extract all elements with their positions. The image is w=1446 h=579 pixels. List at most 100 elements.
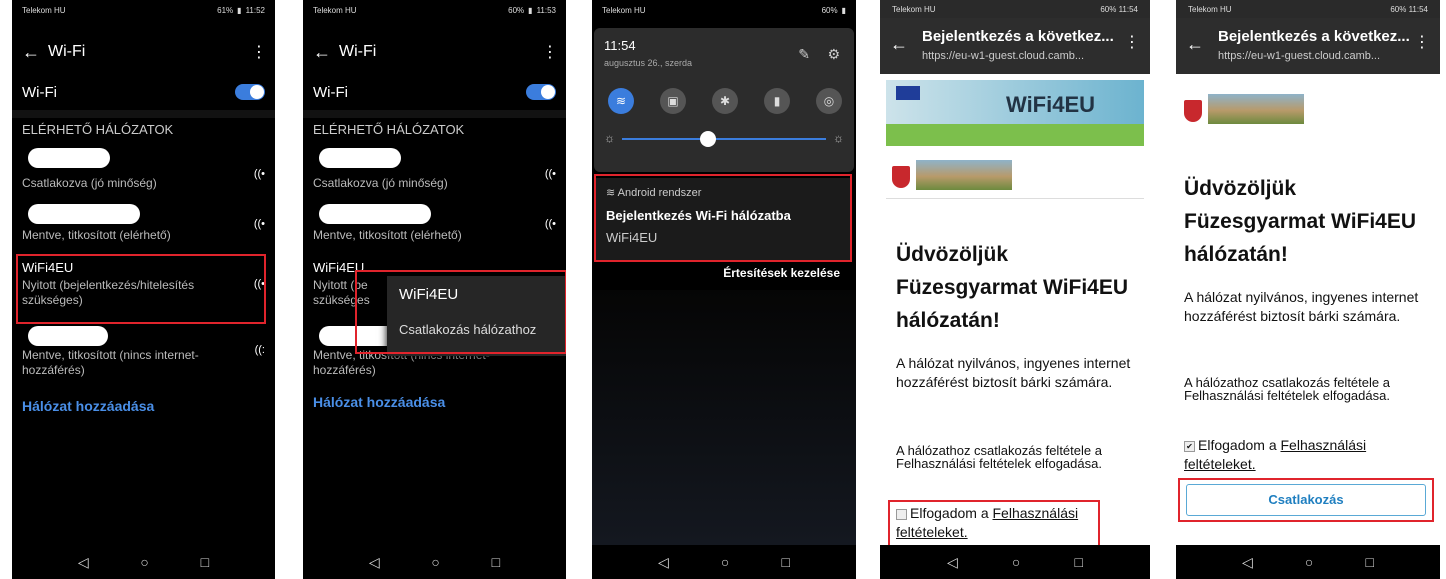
network-item[interactable]: Csatlakozva (jó minőség) ((•: [313, 148, 556, 198]
battery-label: 60%: [821, 5, 838, 15]
battery-label: 60%: [508, 5, 525, 15]
clock: 11:53: [536, 5, 556, 15]
home-nav-icon[interactable]: ○: [140, 554, 148, 570]
back-arrow-icon[interactable]: ←: [890, 34, 908, 55]
recents-nav-icon[interactable]: □: [1074, 554, 1082, 570]
divider: [303, 110, 566, 118]
intro-paragraph: A hálózat nyilvános, ingyenes internet h…: [1184, 289, 1419, 324]
edit-icon[interactable]: ✎: [798, 46, 810, 63]
back-arrow-icon[interactable]: ←: [313, 42, 339, 63]
status-bar: Telekom HU 60% 11:54: [880, 0, 1150, 18]
back-nav-icon[interactable]: ◁: [658, 554, 669, 571]
shade-date: augusztus 26., szerda: [604, 58, 693, 68]
home-nav-icon[interactable]: ○: [1305, 554, 1313, 570]
carrier-label: Telekom HU: [892, 4, 936, 14]
battery-icon: ▮: [841, 5, 846, 15]
back-arrow-icon[interactable]: ←: [22, 42, 48, 63]
wifi-toggle-row[interactable]: Wi-Fi: [12, 78, 275, 106]
home-nav-icon[interactable]: ○: [1012, 554, 1020, 570]
network-item[interactable]: Csatlakozva (jó minőség) ((•: [22, 148, 265, 198]
divider: [12, 110, 275, 118]
screencast-tile-icon[interactable]: ▣: [660, 88, 686, 114]
banner-logo: WiFi4EU: [1006, 92, 1096, 117]
network-item[interactable]: Mentve, titkosított (nincs internet-hozz…: [22, 326, 265, 382]
recents-nav-icon[interactable]: □: [492, 554, 500, 570]
town-picture-row: [886, 152, 1144, 199]
home-nav-icon[interactable]: ○: [721, 554, 729, 570]
redacted-name: [28, 204, 140, 224]
home-nav-icon[interactable]: ○: [431, 554, 439, 570]
recents-nav-icon[interactable]: □: [1365, 554, 1373, 570]
nav-bar: ◁ ○ □: [303, 545, 566, 579]
hotspot-tile-icon[interactable]: ◎: [816, 88, 842, 114]
more-menu-icon[interactable]: ⋮: [251, 42, 267, 62]
network-status: Csatlakozva (jó minőség): [313, 176, 448, 190]
carrier-label: Telekom HU: [22, 5, 66, 15]
shade-background: [592, 290, 856, 545]
wifi-toggle-row[interactable]: Wi-Fi: [303, 78, 566, 106]
battery-label: 60%: [1390, 4, 1407, 14]
back-arrow-icon[interactable]: ←: [1186, 34, 1204, 55]
terms-link[interactable]: Felhasználási: [1281, 437, 1367, 453]
brightness-high-icon: ☼: [833, 131, 844, 145]
browser-toolbar: ← Bejelentkezés a következ... https://eu…: [1176, 18, 1440, 74]
banner-hills: [886, 124, 1144, 146]
back-nav-icon[interactable]: ◁: [78, 554, 89, 571]
flashlight-tile-icon[interactable]: ▮: [764, 88, 790, 114]
terms-link-cont[interactable]: feltételeket.: [1184, 455, 1404, 474]
network-item[interactable]: Mentve, titkosított (elérhető) ((•: [22, 204, 265, 250]
brightness-slider[interactable]: [622, 131, 826, 147]
accept-checkbox-checked[interactable]: ✔: [1184, 440, 1195, 452]
settings-gear-icon[interactable]: ⚙: [827, 46, 840, 63]
town-photo: [916, 160, 1012, 190]
clock: 11:54: [1408, 4, 1428, 14]
quick-settings-panel: 11:54 augusztus 26., szerda ✎ ⚙ ≋ ▣ ✱ ▮ …: [594, 28, 854, 172]
crest-icon: [892, 166, 910, 188]
shade-clock: 11:54: [604, 38, 636, 53]
page-title: Bejelentkezés a következ...: [922, 28, 1114, 45]
back-nav-icon[interactable]: ◁: [947, 554, 958, 571]
recents-nav-icon[interactable]: □: [201, 554, 209, 570]
wifi-nointernet-icon: ((:: [254, 344, 265, 356]
town-photo: [1208, 94, 1304, 124]
status-bar: Telekom HU 60% 11:54: [1176, 0, 1440, 18]
recents-nav-icon[interactable]: □: [781, 554, 789, 570]
network-item[interactable]: Mentve, titkosított (elérhető) ((•: [313, 204, 556, 250]
welcome-heading: Üdvözöljük Füzesgyarmat WiFi4EU hálózatá…: [896, 243, 1129, 332]
welcome-heading: Üdvözöljük Füzesgyarmat WiFi4EU hálózatá…: [1184, 177, 1417, 266]
screen-wifi-list: Telekom HU 61% ▮ 11:52 ← Wi-Fi ⋮ Wi-Fi ELÉ…: [12, 0, 275, 579]
status-bar: Telekom HU 60% ▮: [592, 0, 856, 20]
wifi-signal-icon: ((•: [544, 168, 556, 180]
wifi-tile-icon[interactable]: ≋: [608, 88, 634, 114]
wifi-lock-icon: ((•: [253, 218, 265, 230]
back-nav-icon[interactable]: ◁: [369, 554, 380, 571]
bluetooth-tile-icon[interactable]: ✱: [712, 88, 738, 114]
manage-notifications-link[interactable]: Értesítések kezelése: [723, 266, 840, 280]
status-bar: Telekom HU 61% ▮ 11:52: [12, 0, 275, 20]
clock: 11:54: [1118, 4, 1138, 14]
app-bar: ← Wi-Fi ⋮: [12, 34, 275, 70]
wifi-lock-icon: ((•: [544, 218, 556, 230]
highlight-box: [1178, 478, 1434, 522]
wifi-toggle[interactable]: [526, 84, 556, 100]
wifi-toggle[interactable]: [235, 84, 265, 100]
highlight-box: [16, 254, 266, 324]
page-title: Wi-Fi: [48, 43, 86, 60]
add-network-link[interactable]: Hálózat hozzáadása: [313, 394, 445, 410]
screen-wifi-popup: Telekom HU 60% ▮ 11:53 ← Wi-Fi ⋮ Wi-Fi ELÉ…: [303, 0, 566, 579]
add-network-link[interactable]: Hálózat hozzáadása: [22, 398, 154, 414]
brightness-knob[interactable]: [700, 131, 716, 147]
section-header: ELÉRHETŐ HÁLÓZATOK: [22, 122, 174, 137]
redacted-name: [28, 148, 110, 168]
network-status: Mentve, titkosított (elérhető): [22, 228, 171, 242]
accept-row[interactable]: ✔ Elfogadom a Felhasználási feltételeket.: [1184, 436, 1404, 474]
back-nav-icon[interactable]: ◁: [1242, 554, 1253, 571]
battery-label: 60%: [1100, 4, 1117, 14]
page-title: Wi-Fi: [339, 43, 377, 60]
more-menu-icon[interactable]: ⋮: [542, 42, 558, 62]
more-menu-icon[interactable]: ⋮: [1124, 32, 1140, 52]
town-picture-row: [1182, 88, 1434, 134]
url-text: https://eu-w1-guest.cloud.camb...: [922, 50, 1085, 62]
more-menu-icon[interactable]: ⋮: [1414, 32, 1430, 52]
screen-captive-portal-accepted: Telekom HU 60% 11:54 ← Bejelentkezés a k…: [1176, 0, 1440, 579]
